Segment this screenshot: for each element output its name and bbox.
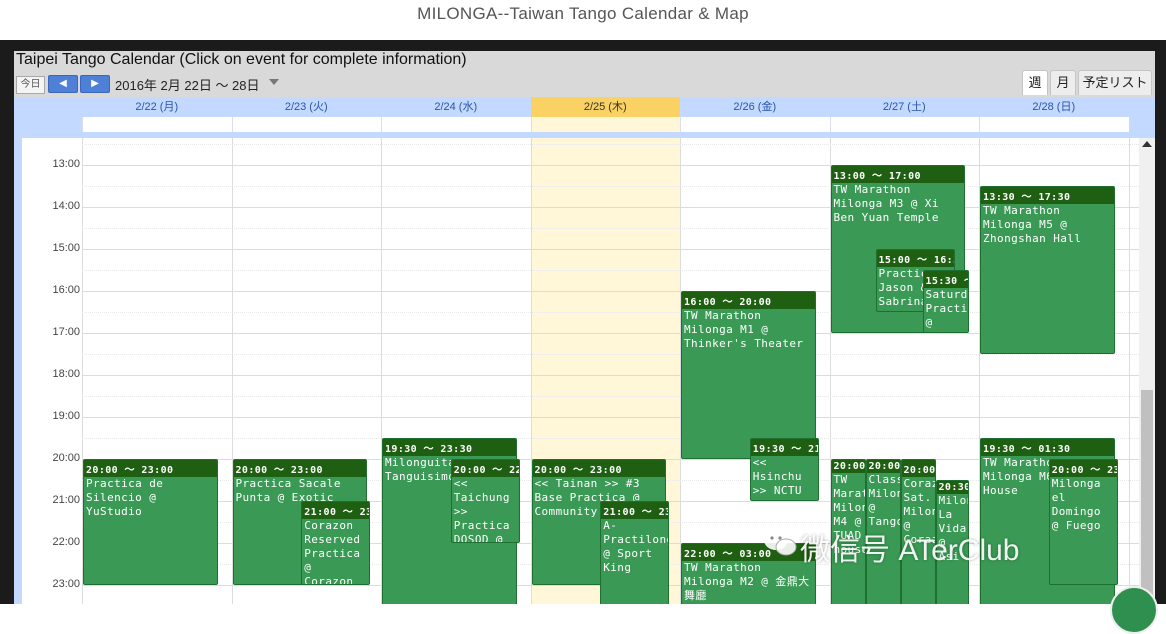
hour-label: 23:00: [52, 578, 80, 590]
calendar-event[interactable]: 20:00 ～ 23:00 Practica de Silencio @ YuSt…: [83, 459, 218, 585]
hour-label: 21:00: [52, 494, 80, 506]
tab-month[interactable]: 月: [1050, 70, 1076, 95]
event-title: Practica de Silencio @ YuStudio: [86, 477, 164, 518]
day-header[interactable]: 2/25 (木): [530, 97, 680, 117]
day-header[interactable]: 2/26 (金): [680, 97, 830, 117]
page-title: MILONGA--Taiwan Tango Calendar & Map: [417, 4, 749, 23]
prev-week-button[interactable]: ◀: [48, 75, 78, 93]
hour-label: 17:00: [52, 326, 80, 338]
hour-label: 13:00: [52, 158, 80, 170]
calendar-event[interactable]: 21:00 ～ 23:00Corazon Reserved Practica @…: [301, 501, 371, 585]
hour-label: 15:00: [52, 242, 80, 254]
event-title: TW Marathon Milonga M3 @ Xi Ben Yuan Tem…: [833, 183, 939, 224]
day-header[interactable]: 2/24 (水): [381, 97, 531, 117]
calendar-event[interactable]: 19:30 ～ 21:00<< Hsinchu >> NCTU Practica…: [749, 438, 819, 501]
half-hour-line: [82, 144, 1139, 145]
hour-label: 22:00: [52, 536, 80, 548]
all-day-cell[interactable]: [979, 117, 1129, 132]
event-time: 21:00 ～ 23:30: [601, 502, 669, 519]
all-day-cell[interactable]: [829, 117, 979, 132]
event-title: TW Marathon Milonga M2 @ 金鼎大舞廳: [684, 561, 810, 602]
calendar-event[interactable]: 21:00 ～ 23:30A-Practilonga @ Sport King: [600, 501, 670, 604]
hour-line: [82, 417, 1139, 418]
event-time: 20:00: [831, 460, 865, 473]
watermark: 微信号 ATerClub: [800, 534, 1020, 567]
half-hour-line: [82, 396, 1139, 397]
event-time: 21:00 ～ 23:00: [302, 502, 370, 519]
day-header[interactable]: 2/28 (日): [979, 97, 1129, 117]
next-week-button[interactable]: ▶: [80, 75, 110, 93]
day-header[interactable]: 2/22 (月): [82, 97, 232, 117]
hour-line: [82, 375, 1139, 376]
calendar-event[interactable]: 13:30 ～ 17:30 TW Marathon Milonga M5 @ Zh…: [980, 186, 1115, 354]
hour-label: 19:00: [52, 410, 80, 422]
event-title: Milonga el Domingo @ Fuego: [1051, 477, 1101, 532]
hour-line: [82, 165, 1139, 166]
scroll-up-icon[interactable]: [1142, 141, 1152, 147]
event-time: 20:00 ～ 23:00: [1049, 460, 1117, 477]
scrollbar[interactable]: [1139, 138, 1155, 604]
wechat-icon: [764, 530, 797, 556]
event-time: 20:00 ～ 23:00: [532, 460, 666, 477]
all-day-cell[interactable]: [530, 117, 680, 132]
event-time: 20:00 ～ 22:00: [451, 460, 519, 477]
event-title: TW Marathon Milonga M1 @ Thinker's Theat…: [684, 309, 804, 350]
event-time: 20:00 ～ 23:00: [84, 460, 217, 477]
chevron-down-icon[interactable]: [269, 79, 279, 85]
event-time: 20:00: [866, 460, 900, 473]
event-time: 13:00 ～ 17:00: [831, 166, 965, 183]
event-title: Corazon Reserved Practica @ Corazon: [304, 519, 361, 585]
event-title: A-Practilonga @ Sport King: [603, 519, 668, 574]
event-time: 15:00 ～ 16:30: [876, 250, 954, 267]
event-time: 16:00 ～ 20:00: [682, 292, 815, 309]
event-title: Saturday Practica @: [925, 288, 968, 329]
all-day-cell[interactable]: [231, 117, 381, 132]
calendar-widget: Taipei Tango Calendar (Click on event fo…: [14, 51, 1155, 604]
scroll-thumb[interactable]: [1141, 390, 1153, 604]
hour-label: 20:00: [52, 452, 80, 464]
event-time: 15:30 ～: [923, 271, 968, 288]
event-title: Classic Milonga @ Tango: [868, 473, 901, 528]
date-range-label[interactable]: 2016年 2月 22日 ～ 28日: [115, 75, 260, 94]
event-title: TW Marathon Milonga M5 @ Zhongshan Hall: [983, 204, 1082, 245]
calendar-event[interactable]: 20:00 ～ 23:00Milonga el Domingo @ Fuego: [1048, 459, 1118, 585]
event-title: << Hsinchu >> NCTU Practica @: [752, 456, 809, 500]
day-header[interactable]: 2/23 (火): [232, 97, 382, 117]
all-day-cell[interactable]: [381, 117, 531, 132]
tab-agenda[interactable]: 予定リスト: [1078, 70, 1152, 95]
all-day-cell[interactable]: [82, 117, 232, 132]
all-day-cell[interactable]: [680, 117, 830, 132]
day-header[interactable]: 2/27 (土): [830, 97, 980, 117]
event-time: 13:30 ～ 17:30: [981, 187, 1114, 204]
hour-label: 18:00: [52, 368, 80, 380]
tab-week[interactable]: 週: [1022, 70, 1048, 95]
today-button[interactable]: 今日: [16, 76, 45, 94]
event-time: 20:30: [936, 481, 968, 494]
calendar-event[interactable]: 20:00 ～ 22:00<< Taichung >> Practica DOS…: [450, 459, 520, 543]
floating-button[interactable]: [1110, 586, 1158, 634]
event-time: 20:00 ～ 01:: [901, 460, 935, 477]
hour-label: 14:00: [52, 200, 80, 212]
event-time: 19:30 ～ 01:30: [981, 439, 1114, 456]
half-hour-line: [82, 354, 1139, 355]
event-time: 20:00 ～ 23:00: [233, 460, 367, 477]
event-time: 19:30 ～ 23:30: [383, 439, 516, 456]
hour-label: 16:00: [52, 284, 80, 296]
calendar-title: Taipei Tango Calendar (Click on event fo…: [16, 51, 467, 68]
calendar-event[interactable]: 15:30 ～Saturday Practica @: [922, 270, 969, 333]
calendar-event[interactable]: 16:00 ～ 20:00 TW Marathon Milonga M1 @ Th…: [681, 291, 816, 459]
event-time: 19:30 ～ 21:00: [750, 439, 818, 456]
event-title: << Taichung >> Practica DOSOD @: [453, 477, 510, 543]
